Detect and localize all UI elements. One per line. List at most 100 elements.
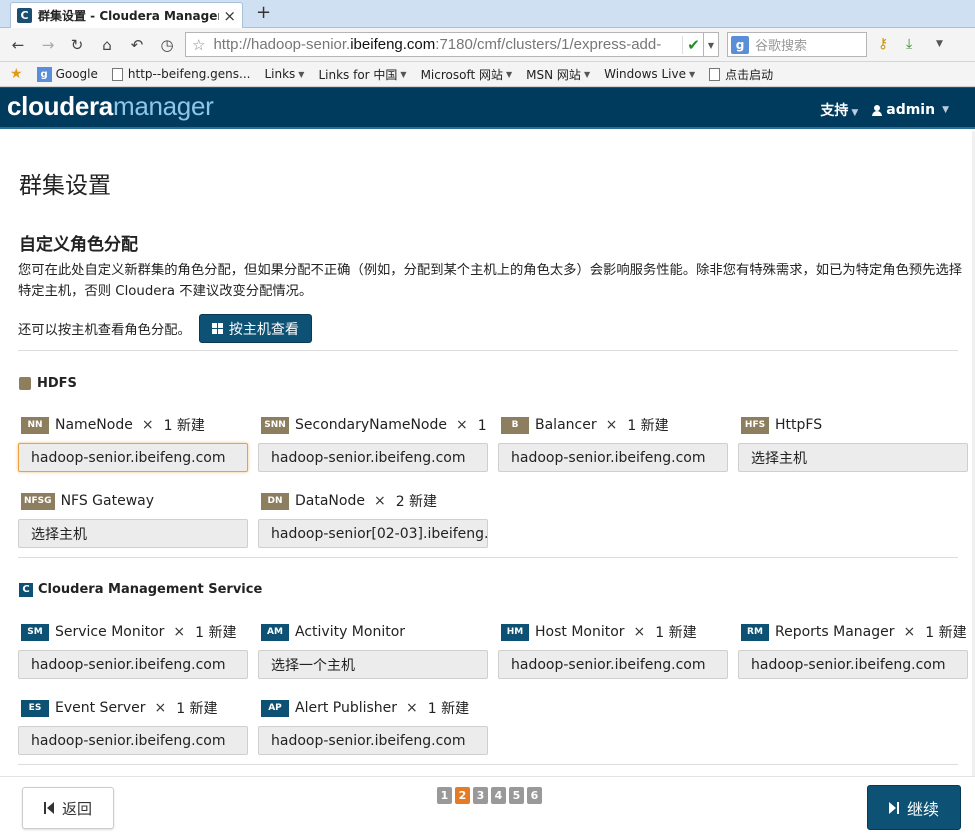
multiply-icon: × [455,417,468,433]
host-selector[interactable]: hadoop-senior[02-03].ibeifeng.com [258,519,488,548]
role-name: DataNode [295,493,365,509]
role-activity-monitor: AM Activity Monitor 选择一个主机 [258,622,488,679]
host-selector[interactable]: 选择一个主机 [258,650,488,679]
page-step[interactable]: 3 [473,787,488,804]
role-balancer: B Balancer × 1 新建 hadoop-senior.ibeifeng.co… [498,415,728,472]
cloudera-manager-logo[interactable]: clouderamanager [7,91,214,122]
download-icon[interactable]: ⤓ [906,36,912,52]
host-selector[interactable]: 选择主机 [18,519,248,548]
bookmark-microsoft[interactable]: Microsoft 网站 ▼ [421,66,513,83]
role-badge: AM [261,623,289,641]
cms-section-title: C Cloudera Management Service [19,582,262,597]
role-name: Service Monitor [55,624,165,640]
address-bar[interactable]: ☆ http://hadoop-senior. ibeifeng.com:7180… [185,32,705,57]
chevron-down-icon: ▼ [506,69,513,79]
bookmark-msn[interactable]: MSN 网站 ▼ [526,66,590,83]
description: 您可在此处自定义新群集的角色分配，但如果分配不正确（例如，分配到某个主机上的角色… [18,263,963,299]
view-by-host-button[interactable]: 按主机查看 [198,314,312,343]
url-prefix: http://hadoop-senior. [213,36,351,53]
support-menu[interactable]: 支持 ▼ [820,100,858,120]
menu-dropdown-icon[interactable]: ▼ [936,39,943,49]
skip-forward-icon [888,801,899,814]
host-selector[interactable]: 选择主机 [738,443,968,472]
multiply-icon: × [173,624,186,640]
forward-arrow-icon[interactable]: → [38,35,58,55]
google-search-icon[interactable]: g [731,35,749,54]
role-badge: RM [741,623,769,641]
role-nfs-gateway: NFSG NFS Gateway 选择主机 [18,491,248,548]
star-icon[interactable]: ☆ [192,36,205,54]
user-menu[interactable]: admin ▼ [858,102,949,118]
bookmark-google[interactable]: g Google [36,66,98,82]
host-selector[interactable]: hadoop-senior.ibeifeng.com [258,726,488,755]
tab-title: 群集设置 - Cloudera Manager [38,9,220,23]
bookmark-windows-live[interactable]: Windows Live ▼ [604,67,695,81]
compat-view-icon[interactable]: ✔ [682,35,704,54]
host-selector[interactable]: hadoop-senior.ibeifeng.com [498,443,728,472]
bookmark-quick-launch[interactable]: 点击启动 [709,66,773,83]
role-alert-publisher: AP Alert Publisher × 1 新建 hadoop-senior.ibe… [258,698,488,755]
role-badge: HFS [741,416,769,434]
bookmark-links-china[interactable]: Links for 中国 ▼ [318,66,406,83]
history-icon[interactable]: ◷ [157,35,177,55]
by-host-row: 还可以按主机查看角色分配。 按主机查看 [18,314,312,343]
cloudera-header: clouderamanager 支持 ▼ admin ▼ [0,87,975,129]
user-icon [872,104,883,116]
role-count: 1 新建 [655,625,697,641]
host-selector[interactable]: hadoop-senior.ibeifeng.com [738,650,968,679]
role-count: 1 新建 [163,418,205,434]
page-title: 群集设置 [19,173,111,199]
role-name: Host Monitor [535,624,625,640]
role-reports-manager: RM Reports Manager × 1 新建 hadoop-senior.ibe… [738,622,968,679]
address-dropdown-icon[interactable]: ▼ [703,32,719,57]
page-step[interactable]: 5 [509,787,524,804]
browser-tab[interactable]: C 群集设置 - Cloudera Manager × [10,2,243,28]
logo-cloudera: cloudera [7,91,113,121]
multiply-icon: × [406,700,418,716]
multiply-icon: × [633,624,646,640]
role-badge: B [501,416,529,434]
tab-close-icon[interactable]: × [223,7,236,25]
bookmarks-bar: ★ g Google http--beifeng.gens... Links ▼ … [0,62,975,87]
host-selector[interactable]: hadoop-senior.ibeifeng.com [18,443,248,472]
favorites-star-icon[interactable]: ★ [10,66,23,82]
new-tab-button[interactable]: + [256,2,271,23]
back-arrow-icon[interactable]: ← [8,35,28,55]
support-label: 支持 [820,103,849,119]
section-subtitle: 自定义角色分配 [19,235,138,255]
browser-tab-bar: C 群集设置 - Cloudera Manager × + [0,0,975,28]
bookmark-label: MSN 网站 [526,67,581,82]
home-icon[interactable]: ⌂ [97,35,117,55]
role-badge: AP [261,699,289,717]
host-selector[interactable]: hadoop-senior.ibeifeng.com [498,650,728,679]
continue-button[interactable]: 继续 [867,785,961,830]
multiply-icon: × [141,417,154,433]
role-count: 1 新建 [477,418,488,434]
key-icon[interactable]: ⚷ [878,36,888,52]
page-step[interactable]: 1 [437,787,452,804]
host-selector[interactable]: hadoop-senior.ibeifeng.com [258,443,488,472]
page-step[interactable]: 4 [491,787,506,804]
chevron-down-icon: ▼ [942,105,949,115]
search-box[interactable]: g 谷歌搜索 [727,32,867,57]
browser-toolbar: ← → ↻ ⌂ ↶ ◷ ☆ http://hadoop-senior. ibeif… [0,28,975,62]
bookmark-beifeng[interactable]: http--beifeng.gens... [111,67,250,81]
role-count: 2 新建 [395,494,438,510]
host-selector[interactable]: hadoop-senior.ibeifeng.com [18,726,248,755]
role-count: 1 新建 [627,418,669,434]
cloudera-service-icon: C [19,582,33,597]
back-button[interactable]: 返回 [22,787,114,829]
page-step[interactable]: 6 [527,787,542,804]
role-badge: SM [21,623,49,641]
undo-icon[interactable]: ↶ [127,35,147,55]
role-name: Alert Publisher [295,700,398,716]
chevron-down-icon: ▼ [400,69,407,79]
host-selector[interactable]: hadoop-senior.ibeifeng.com [18,650,248,679]
section-name: HDFS [37,376,77,391]
wizard-footer: 返回 1 2 3 4 5 6 继续 [0,776,975,836]
bookmark-links[interactable]: Links ▼ [264,67,304,81]
view-by-host-label: 按主机查看 [228,321,299,338]
page-step-current[interactable]: 2 [455,787,470,804]
role-badge: NFSG [21,492,55,510]
refresh-icon[interactable]: ↻ [67,35,87,55]
